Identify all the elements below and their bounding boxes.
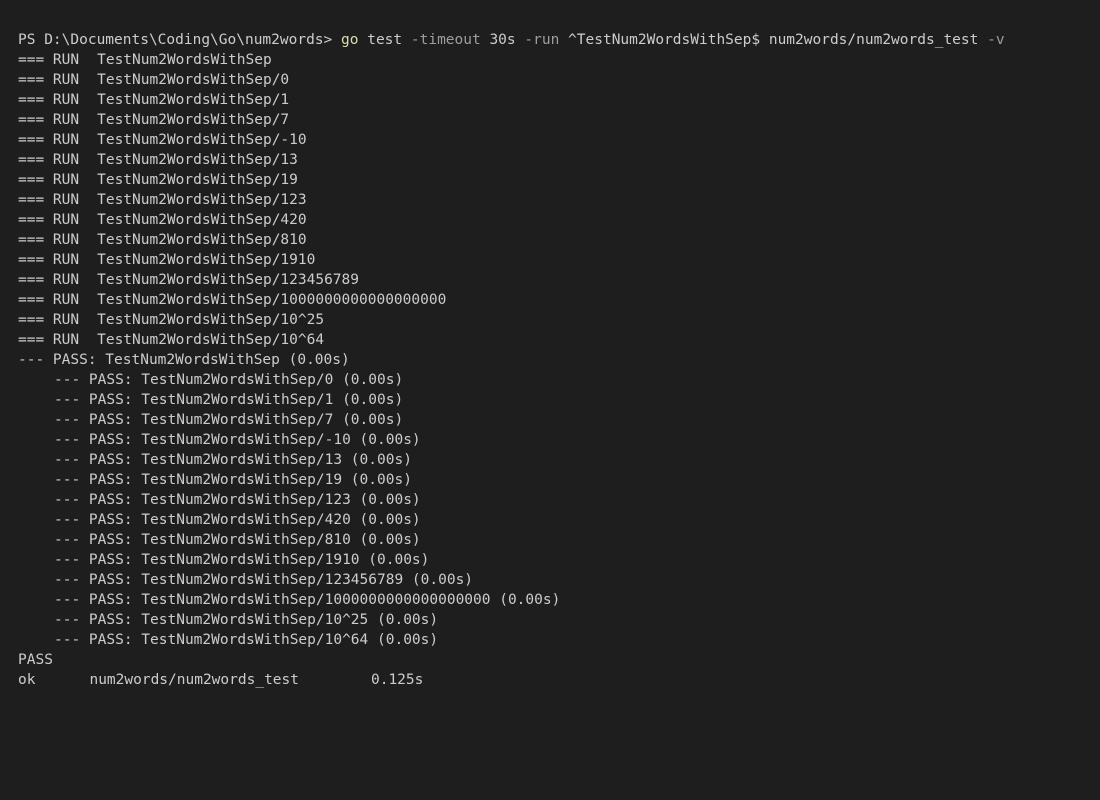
run-test-name: TestNum2WordsWithSep/1000000000000000000 (97, 292, 447, 308)
run-line: === RUN TestNum2WordsWithSep/-10 (18, 130, 1100, 150)
pass-line: --- PASS: TestNum2WordsWithSep/0 (0.00s) (18, 370, 1100, 390)
run-line: === RUN TestNum2WordsWithSep/123 (18, 190, 1100, 210)
run-prefix: === RUN (18, 232, 80, 248)
run-prefix: === RUN (18, 72, 80, 88)
pass-line-text: --- PASS: TestNum2WordsWithSep/420 (0.00… (54, 512, 421, 528)
pass-line-text: --- PASS: TestNum2WordsWithSep/19 (0.00s… (54, 472, 412, 488)
summary-line: PASS (18, 652, 53, 668)
pass-line-text: --- PASS: TestNum2WordsWithSep/100000000… (54, 592, 561, 608)
pass-line: --- PASS: TestNum2WordsWithSep/10^25 (0.… (18, 610, 1100, 630)
run-test-name: TestNum2WordsWithSep/123 (97, 192, 307, 208)
run-prefix: === RUN (18, 312, 80, 328)
pass-line-text: --- PASS: TestNum2WordsWithSep/123456789… (54, 572, 474, 588)
run-test-name: TestNum2WordsWithSep (97, 52, 272, 68)
pass-line-text: --- PASS: TestNum2WordsWithSep/10^64 (0.… (54, 632, 439, 648)
pass-line: --- PASS: TestNum2WordsWithSep/1910 (0.0… (18, 550, 1100, 570)
prompt-path: PS D:\Documents\Coding\Go\num2words> (18, 32, 333, 48)
run-test-name: TestNum2WordsWithSep/7 (97, 112, 290, 128)
run-prefix: === RUN (18, 152, 80, 168)
prompt-line: PS D:\Documents\Coding\Go\num2words> go … (18, 30, 1100, 50)
pass-parent-line: --- PASS: TestNum2WordsWithSep (0.00s) (18, 352, 350, 368)
flag-run-value: ^TestNum2WordsWithSep$ (568, 32, 761, 48)
run-prefix: === RUN (18, 212, 80, 228)
run-prefix: === RUN (18, 332, 80, 348)
pass-line-text: --- PASS: TestNum2WordsWithSep/810 (0.00… (54, 532, 421, 548)
run-test-name: TestNum2WordsWithSep/19 (97, 172, 298, 188)
result-package: num2words/num2words_test (89, 672, 299, 688)
pass-line-text: --- PASS: TestNum2WordsWithSep/7 (0.00s) (54, 412, 404, 428)
run-test-name: TestNum2WordsWithSep/1 (97, 92, 290, 108)
run-prefix: === RUN (18, 92, 80, 108)
run-test-name: TestNum2WordsWithSep/13 (97, 152, 298, 168)
run-line: === RUN TestNum2WordsWithSep/10^25 (18, 310, 1100, 330)
pass-line: --- PASS: TestNum2WordsWithSep/810 (0.00… (18, 530, 1100, 550)
pass-line: --- PASS: TestNum2WordsWithSep/1 (0.00s) (18, 390, 1100, 410)
run-line: === RUN TestNum2WordsWithSep/7 (18, 110, 1100, 130)
pass-line: --- PASS: TestNum2WordsWithSep/-10 (0.00… (18, 430, 1100, 450)
pass-line: --- PASS: TestNum2WordsWithSep/123456789… (18, 570, 1100, 590)
flag-verbose: -v (987, 32, 1005, 48)
result-line: ok num2words/num2words_test 0.125s (18, 670, 1100, 690)
flag-timeout: -timeout (410, 32, 481, 48)
run-test-name: TestNum2WordsWithSep/10^25 (97, 312, 325, 328)
run-line: === RUN TestNum2WordsWithSep/13 (18, 150, 1100, 170)
run-test-name: TestNum2WordsWithSep/10^64 (97, 332, 325, 348)
pass-line: --- PASS: TestNum2WordsWithSep/123 (0.00… (18, 490, 1100, 510)
run-prefix: === RUN (18, 252, 80, 268)
run-test-name: TestNum2WordsWithSep/0 (97, 72, 290, 88)
pass-line: --- PASS: TestNum2WordsWithSep/100000000… (18, 590, 1100, 610)
terminal-panel[interactable]: PS D:\Documents\Coding\Go\num2words> go … (0, 0, 1100, 800)
result-time: 0.125s (370, 672, 424, 688)
run-line: === RUN TestNum2WordsWithSep/1 (18, 90, 1100, 110)
command-test: test (367, 32, 403, 48)
run-test-name: TestNum2WordsWithSep/420 (97, 212, 307, 228)
flag-timeout-value: 30s (489, 32, 516, 48)
command-go: go (341, 32, 359, 48)
run-line: === RUN TestNum2WordsWithSep/420 (18, 210, 1100, 230)
run-line: === RUN TestNum2WordsWithSep/100000000000… (18, 290, 1100, 310)
run-line: === RUN TestNum2WordsWithSep/1910 (18, 250, 1100, 270)
run-prefix: === RUN (18, 272, 80, 288)
run-prefix: === RUN (18, 172, 80, 188)
pass-line: --- PASS: TestNum2WordsWithSep/13 (0.00s… (18, 450, 1100, 470)
pass-line-text: --- PASS: TestNum2WordsWithSep/-10 (0.00… (54, 432, 421, 448)
pass-line-text: --- PASS: TestNum2WordsWithSep/1910 (0.0… (54, 552, 430, 568)
run-line: === RUN TestNum2WordsWithSep/10^64 (18, 330, 1100, 350)
run-prefix: === RUN (18, 112, 80, 128)
run-line: === RUN TestNum2WordsWithSep/810 (18, 230, 1100, 250)
run-prefix: === RUN (18, 132, 80, 148)
run-line: === RUN TestNum2WordsWithSep (18, 50, 1100, 70)
run-line: === RUN TestNum2WordsWithSep/123456789 (18, 270, 1100, 290)
run-line: === RUN TestNum2WordsWithSep/0 (18, 70, 1100, 90)
command-package: num2words/num2words_test (768, 32, 979, 48)
pass-line-text: --- PASS: TestNum2WordsWithSep/13 (0.00s… (54, 452, 412, 468)
pass-line: --- PASS: TestNum2WordsWithSep/19 (0.00s… (18, 470, 1100, 490)
run-prefix: === RUN (18, 192, 80, 208)
run-test-name: TestNum2WordsWithSep/-10 (97, 132, 307, 148)
pass-line-text: --- PASS: TestNum2WordsWithSep/123 (0.00… (54, 492, 421, 508)
run-line: === RUN TestNum2WordsWithSep/19 (18, 170, 1100, 190)
run-prefix: === RUN (18, 52, 80, 68)
run-test-name: TestNum2WordsWithSep/810 (97, 232, 307, 248)
pass-line: --- PASS: TestNum2WordsWithSep/420 (0.00… (18, 510, 1100, 530)
run-prefix: === RUN (18, 292, 80, 308)
run-test-name: TestNum2WordsWithSep/123456789 (97, 272, 360, 288)
flag-run: -run (524, 32, 560, 48)
pass-line: --- PASS: TestNum2WordsWithSep/10^64 (0.… (18, 630, 1100, 650)
pass-line-text: --- PASS: TestNum2WordsWithSep/10^25 (0.… (54, 612, 439, 628)
pass-line: --- PASS: TestNum2WordsWithSep/7 (0.00s) (18, 410, 1100, 430)
result-status: ok (18, 672, 36, 688)
pass-line-text: --- PASS: TestNum2WordsWithSep/0 (0.00s) (54, 372, 404, 388)
run-test-name: TestNum2WordsWithSep/1910 (97, 252, 316, 268)
pass-line-text: --- PASS: TestNum2WordsWithSep/1 (0.00s) (54, 392, 404, 408)
